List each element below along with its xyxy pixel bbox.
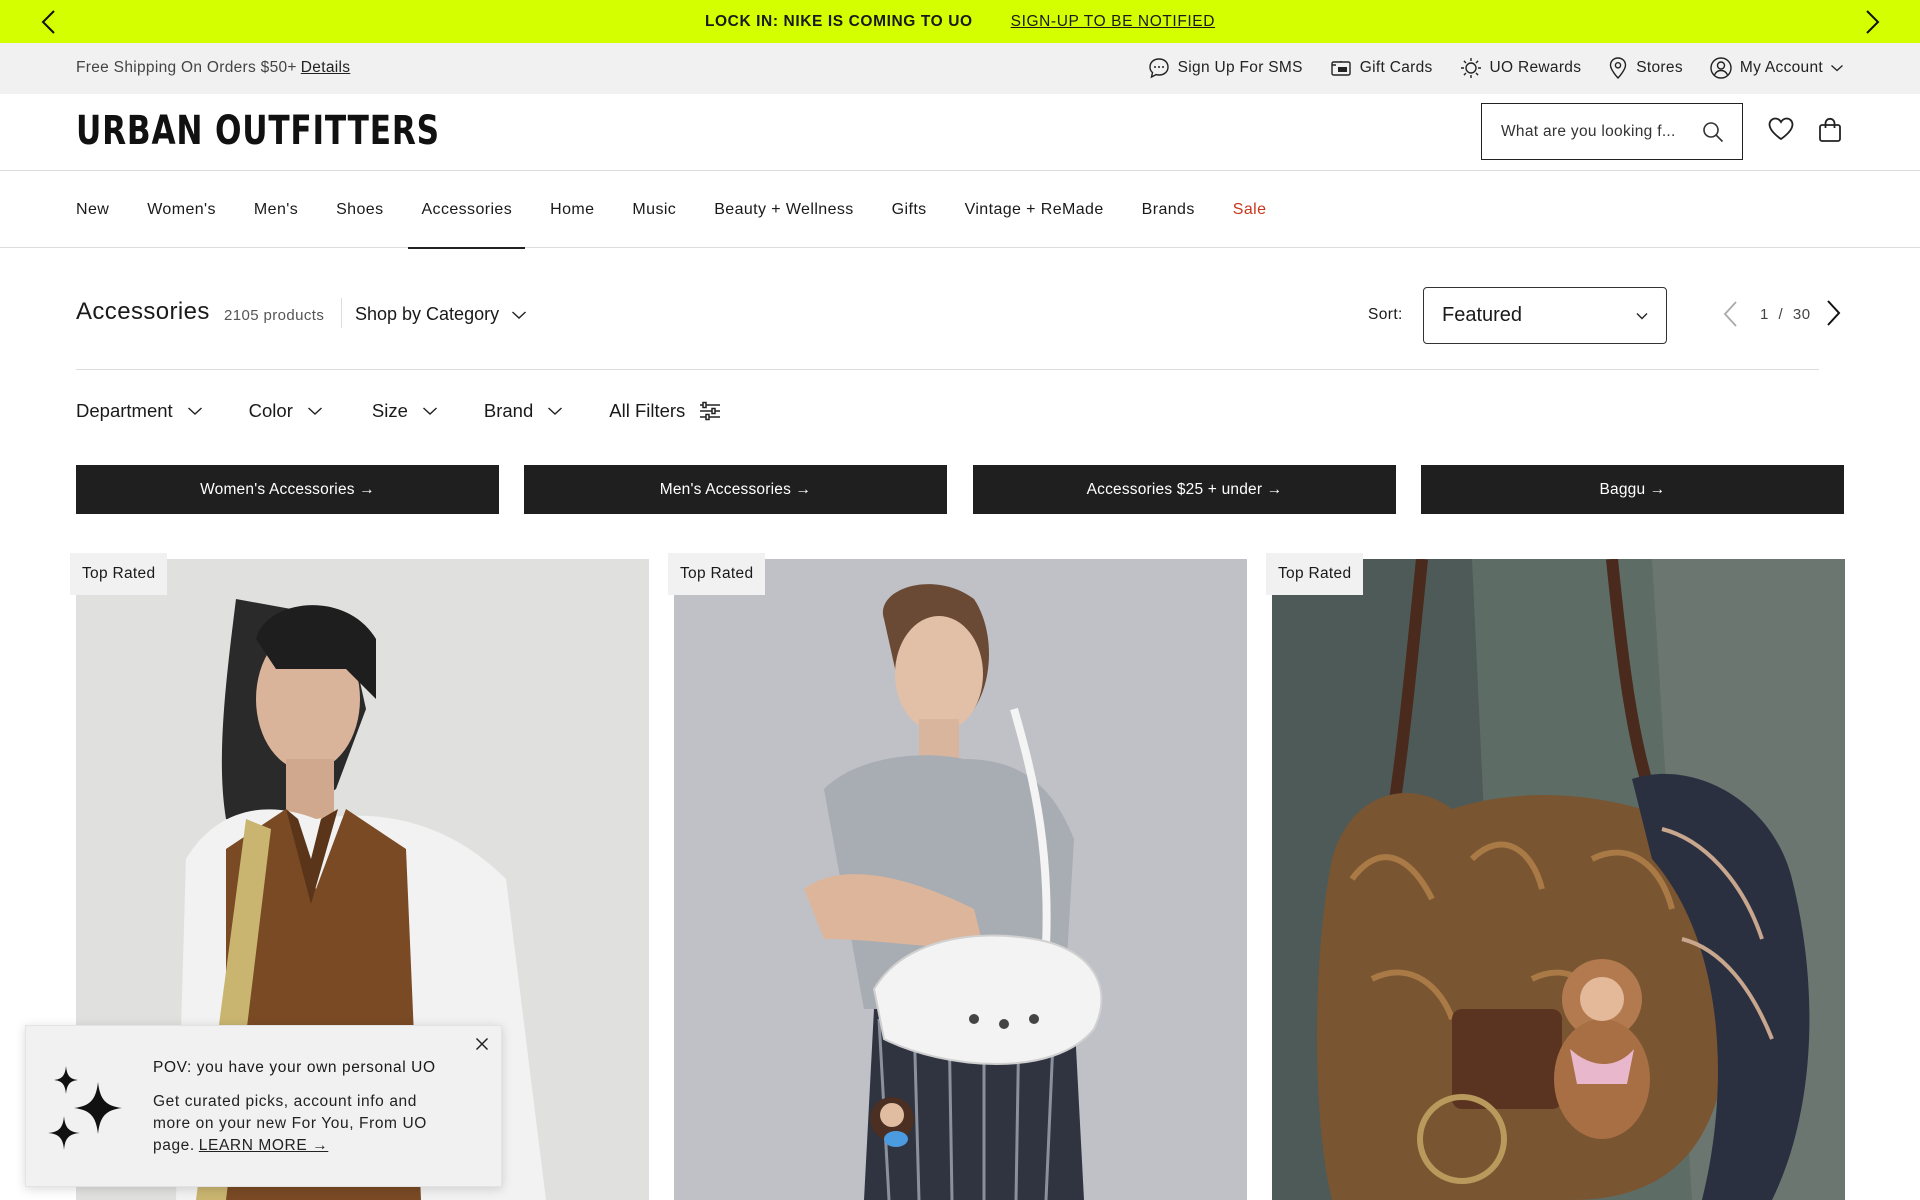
- wishlist-heart-icon[interactable]: [1767, 116, 1795, 142]
- main-navigation: New Women's Men's Shoes Accessories Home…: [0, 171, 1920, 249]
- site-header: URBAN OUTFITTERS: [0, 94, 1920, 171]
- product-card[interactable]: [674, 559, 1247, 1200]
- shop-by-category-dropdown[interactable]: Shop by Category: [355, 304, 527, 325]
- filter-brand[interactable]: Brand: [484, 400, 563, 422]
- nav-item-vintage-remade[interactable]: Vintage + ReMade: [952, 171, 1117, 248]
- divider: [341, 298, 342, 328]
- filter-size-label: Size: [371, 400, 408, 421]
- filter-department[interactable]: Department: [76, 400, 203, 422]
- chevron-right-icon: [1865, 9, 1879, 34]
- filter-color-label: Color: [248, 400, 293, 421]
- womens-accessories-button[interactable]: Women's Accessories →: [76, 465, 499, 514]
- sms-label: Sign Up For SMS: [1177, 59, 1303, 76]
- nav-item-home[interactable]: Home: [537, 171, 607, 248]
- shop-by-category-label: Shop by Category: [355, 304, 500, 324]
- gift-card-icon: [1331, 61, 1351, 76]
- sms-signup-link[interactable]: Sign Up For SMS: [1147, 56, 1303, 80]
- nav-item-gifts[interactable]: Gifts: [879, 171, 940, 248]
- promo-signup-link[interactable]: SIGN-UP TO BE NOTIFIED: [1011, 13, 1215, 31]
- pager-current: 1: [1760, 306, 1769, 323]
- nav-item-beauty-wellness[interactable]: Beauty + Wellness: [701, 171, 866, 248]
- chevron-down-icon: [187, 407, 202, 415]
- nav-item-accessories[interactable]: Accessories: [408, 171, 525, 249]
- filter-size[interactable]: Size: [372, 400, 438, 422]
- top-rated-badge: Top Rated: [668, 553, 766, 595]
- promo-prev-button[interactable]: [26, 0, 69, 43]
- product-card[interactable]: [1272, 559, 1845, 1200]
- baggu-button[interactable]: Baggu →: [1421, 465, 1844, 514]
- stores-link[interactable]: Stores: [1607, 56, 1683, 80]
- filter-department-label: Department: [76, 400, 173, 421]
- sort-label: Sort:: [1368, 306, 1403, 323]
- close-popup-button[interactable]: [471, 1033, 493, 1055]
- divider: [76, 369, 1819, 370]
- sort-select[interactable]: Featured: [1423, 287, 1667, 344]
- nav-item-mens[interactable]: Men's: [241, 171, 311, 248]
- pager-total: 30: [1792, 306, 1811, 323]
- top-rated-badge: Top Rated: [70, 553, 168, 595]
- promo-next-button[interactable]: [1851, 0, 1894, 43]
- uo-rewards-label: UO Rewards: [1489, 59, 1582, 76]
- chevron-left-icon: [41, 9, 55, 34]
- sparkle-stars-icon: [48, 1066, 122, 1150]
- utility-bar: Free Shipping On Orders $50+ Details Sign…: [0, 43, 1920, 94]
- product-image: [674, 559, 1247, 1200]
- chevron-down-icon: [548, 407, 563, 415]
- promo-text: LOCK IN: NIKE IS COMING TO UO: [704, 12, 973, 30]
- pager-separator: /: [1778, 306, 1784, 323]
- filter-bar: Department Color Size Brand All Filters: [76, 400, 767, 422]
- search-input[interactable]: [1501, 122, 1683, 141]
- nav-item-music[interactable]: Music: [619, 171, 689, 248]
- all-filters-button[interactable]: All Filters: [609, 400, 721, 422]
- shipping-notice: Free Shipping On Orders $50+ Details: [76, 59, 350, 77]
- personalization-popup: POV: you have your own personal UO Get c…: [25, 1025, 502, 1187]
- my-account-menu[interactable]: My Account: [1709, 56, 1844, 80]
- learn-more-link[interactable]: LEARN MORE →: [199, 1137, 329, 1154]
- accessories-25-under-button[interactable]: Accessories $25 + under →: [973, 465, 1396, 514]
- top-rated-badge: Top Rated: [1266, 553, 1364, 595]
- uo-rewards-link[interactable]: UO Rewards: [1459, 56, 1582, 80]
- sliders-icon: [700, 401, 721, 421]
- sparkle-badge-icon: [1460, 58, 1481, 78]
- popup-body: Get curated picks, account info and more…: [153, 1091, 453, 1157]
- promo-bar: LOCK IN: NIKE IS COMING TO UO SIGN-UP TO…: [0, 0, 1920, 43]
- shopping-bag-icon[interactable]: [1817, 116, 1843, 144]
- close-icon: [475, 1037, 489, 1051]
- site-logo[interactable]: URBAN OUTFITTERS: [76, 108, 440, 154]
- location-pin-icon: [1610, 57, 1627, 80]
- my-account-label: My Account: [1739, 59, 1823, 76]
- chat-bubble-icon: [1148, 58, 1169, 79]
- all-filters-label: All Filters: [609, 400, 686, 421]
- user-circle-icon: [1710, 57, 1732, 79]
- product-image: [1272, 559, 1845, 1200]
- shipping-details-link[interactable]: Details: [301, 59, 350, 76]
- nav-item-new[interactable]: New: [63, 171, 122, 248]
- chevron-down-icon: [307, 407, 322, 415]
- pager-prev-icon[interactable]: [1722, 300, 1738, 328]
- product-count: 2105 products: [224, 307, 325, 324]
- mens-accessories-button[interactable]: Men's Accessories →: [524, 465, 947, 514]
- pager-status: 1 / 30: [1760, 306, 1811, 323]
- chevron-down-icon: [422, 407, 437, 415]
- nav-item-brands[interactable]: Brands: [1129, 171, 1208, 248]
- filter-color[interactable]: Color: [249, 400, 323, 422]
- chevron-down-icon: [512, 310, 527, 319]
- gift-cards-label: Gift Cards: [1359, 59, 1433, 76]
- stores-label: Stores: [1636, 59, 1683, 76]
- nav-item-sale[interactable]: Sale: [1220, 171, 1280, 248]
- popup-title: POV: you have your own personal UO: [153, 1059, 436, 1076]
- sort-selected-value: Featured: [1442, 304, 1523, 326]
- search-icon[interactable]: [1702, 121, 1724, 143]
- page-title: Accessories: [76, 298, 210, 325]
- gift-cards-link[interactable]: Gift Cards: [1329, 56, 1433, 80]
- nav-item-shoes[interactable]: Shoes: [323, 171, 396, 248]
- chevron-down-icon: [1831, 65, 1843, 72]
- nav-item-womens[interactable]: Women's: [134, 171, 229, 248]
- pager-next-icon[interactable]: [1826, 299, 1842, 327]
- filter-brand-label: Brand: [483, 400, 534, 421]
- shipping-text: Free Shipping On Orders $50+: [76, 59, 297, 76]
- chevron-down-icon: [1636, 312, 1648, 319]
- search-box[interactable]: [1481, 103, 1743, 160]
